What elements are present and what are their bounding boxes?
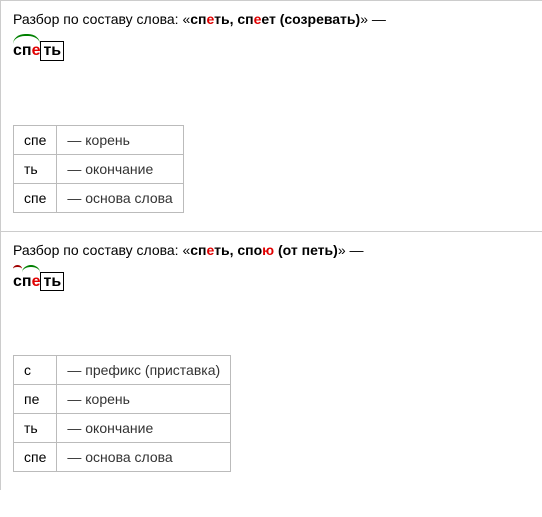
title-line-1: Разбор по составу слова: «спеть, спеет (… bbox=[13, 11, 530, 27]
word-part: сп bbox=[190, 242, 206, 258]
morpheme-cell: ть bbox=[14, 414, 57, 443]
definition-cell: — окончание bbox=[57, 414, 231, 443]
table-row: спе — основа слова bbox=[14, 443, 231, 472]
morpheme-cell: спе bbox=[14, 443, 57, 472]
definition-cell: — окончание bbox=[57, 154, 183, 183]
table-row: с — префикс (приставка) bbox=[14, 356, 231, 385]
prefix-arc-icon bbox=[13, 265, 22, 277]
parts-table-2: с — префикс (приставка) пе — корень ть —… bbox=[13, 355, 231, 472]
word-stress: е bbox=[207, 11, 215, 27]
title-line-2: Разбор по составу слова: «спеть, спою (о… bbox=[13, 242, 530, 258]
prefix-part: с bbox=[13, 273, 22, 291]
word-part: сп bbox=[190, 11, 206, 27]
section-1: Разбор по составу слова: « спе ть, спе ет (… bbox=[0, 0, 542, 231]
morpheme-cell: с bbox=[14, 356, 57, 385]
morpheme-cell: пе bbox=[14, 385, 57, 414]
word-stress: ю bbox=[262, 242, 274, 258]
definition-cell: — корень bbox=[57, 385, 231, 414]
close-quote: » — bbox=[338, 242, 364, 258]
morpheme-cell: спе bbox=[14, 125, 57, 154]
table-row: спе — основа слова bbox=[14, 183, 184, 212]
morpheme-cell: ть bbox=[14, 154, 57, 183]
word-part: ть, спо bbox=[214, 242, 262, 258]
parts-table-1: спе — корень ть — окончание спе — основа… bbox=[13, 125, 184, 213]
table-row: спе — корень bbox=[14, 125, 184, 154]
definition-cell: — основа слова bbox=[57, 183, 183, 212]
table-row: пе — корень bbox=[14, 385, 231, 414]
morpheme-diagram-1: спе ть bbox=[13, 41, 64, 61]
intro-text: Разбор по составу слова: « bbox=[13, 11, 190, 27]
definition-cell: — корень bbox=[57, 125, 183, 154]
word-part: (от петь) bbox=[274, 242, 338, 258]
root-part: спе bbox=[13, 42, 40, 60]
definition-cell: — префикс (приставка) bbox=[57, 356, 231, 385]
intro-text: Разбор по составу слова: « bbox=[13, 242, 190, 258]
root-arc-icon bbox=[13, 34, 40, 46]
table-row: ть — окончание bbox=[14, 414, 231, 443]
close-quote: » — bbox=[360, 11, 386, 27]
ending-box: ть bbox=[40, 272, 64, 292]
word-stress: е bbox=[207, 242, 215, 258]
morpheme-diagram-2: с пе ть bbox=[13, 272, 64, 292]
definition-cell: — основа слова bbox=[57, 443, 231, 472]
ending-box: ть bbox=[40, 41, 64, 61]
table-row: ть — окончание bbox=[14, 154, 184, 183]
root-part: пе bbox=[22, 273, 41, 291]
root-arc-icon bbox=[22, 265, 41, 277]
morpheme-cell: спе bbox=[14, 183, 57, 212]
word-part: ет (созревать) bbox=[261, 11, 360, 27]
word-part: ть, сп bbox=[214, 11, 253, 27]
section-2: Разбор по составу слова: «спеть, спою (о… bbox=[0, 231, 542, 491]
